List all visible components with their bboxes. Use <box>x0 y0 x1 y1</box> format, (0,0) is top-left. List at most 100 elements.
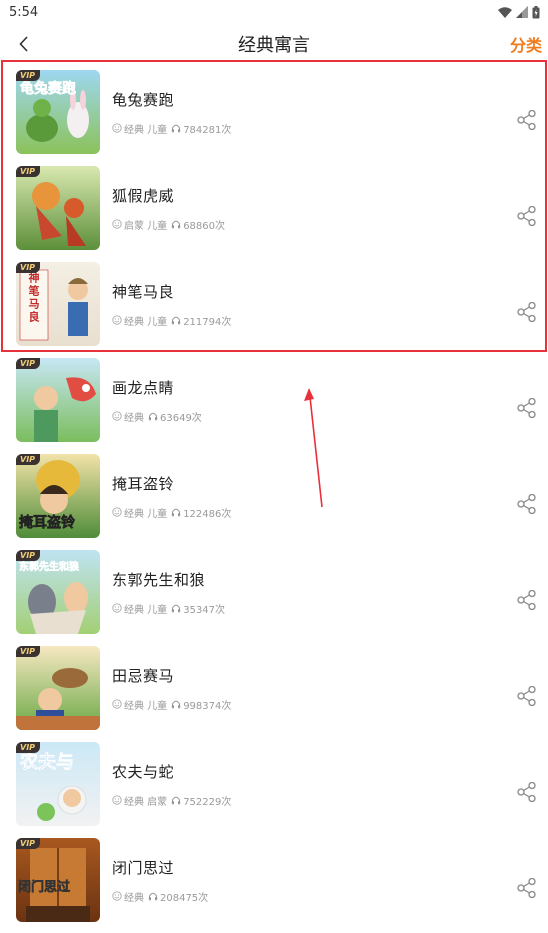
vip-badge: VIP <box>16 70 41 81</box>
story-cover[interactable]: VIP 闭门思过 <box>16 838 100 922</box>
vip-badge: VIP <box>16 166 41 177</box>
cover-title: 神笔马良 <box>27 272 40 324</box>
story-cover[interactable]: VIP 龟兔赛跑 <box>16 70 100 154</box>
story-info: 掩耳盗铃经典 儿童 122486次 <box>100 473 516 520</box>
status-icons <box>498 5 540 19</box>
share-button[interactable] <box>516 397 538 419</box>
story-cover[interactable]: VIP <box>16 646 100 730</box>
story-item[interactable]: VIP 掩耳盗铃 掩耳盗铃 经典 儿童 122486次 <box>0 448 548 544</box>
share-icon <box>517 781 536 803</box>
category-icon <box>112 315 122 325</box>
story-info: 画龙点睛经典 63649次 <box>100 377 516 424</box>
share-button[interactable] <box>516 877 538 899</box>
story-info: 闭门思过经典 208475次 <box>100 857 516 904</box>
story-tags: 经典 <box>124 892 144 904</box>
share-icon <box>517 685 536 707</box>
cover-art <box>16 166 100 250</box>
story-info: 田忌赛马 经典 儿童 998374次 <box>100 665 516 712</box>
share-button[interactable] <box>516 781 538 803</box>
play-count: 208475次 <box>160 892 209 904</box>
story-info: 龟兔赛跑经典 儿童 784281次 <box>100 89 516 136</box>
vip-badge: VIP <box>16 262 41 273</box>
category-icon <box>112 219 122 229</box>
story-item[interactable]: VIP 神笔马良 神笔马良 经典 儿童 211794次 <box>0 256 548 352</box>
story-item[interactable]: VIP 画龙点睛经典 63649次 <box>0 352 548 448</box>
story-meta: 经典 启蒙 752229次 <box>112 793 516 808</box>
vip-badge: VIP <box>16 742 41 753</box>
cover-art <box>16 358 100 442</box>
share-icon <box>517 493 536 515</box>
story-title: 闭门思过 <box>112 858 175 877</box>
story-meta: 启蒙 儿童 68860次 <box>112 217 516 232</box>
story-info: 农夫与蛇 经典 启蒙 752229次 <box>100 761 516 808</box>
play-count: 784281次 <box>183 124 232 136</box>
story-cover[interactable]: VIP 农夫与 <box>16 742 100 826</box>
story-item[interactable]: VIP 东郭先生和狼 东郭先生和狼 经典 儿童 35347次 <box>0 544 548 640</box>
story-item[interactable]: VIP 田忌赛马 经典 儿童 998374次 <box>0 640 548 736</box>
story-tags: 启蒙 儿童 <box>124 220 168 232</box>
story-item[interactable]: VIP 闭门思过 闭门思过 经典 208475次 <box>0 832 548 928</box>
headphones-icon <box>171 604 181 613</box>
chevron-left-icon <box>19 36 28 52</box>
back-button[interactable] <box>12 29 36 59</box>
cover-title: 闭门思过 <box>18 880 71 896</box>
battery-icon <box>532 5 540 18</box>
share-button[interactable] <box>516 493 538 515</box>
play-count: 63649次 <box>160 412 202 424</box>
share-button[interactable] <box>516 301 538 323</box>
story-title: 神笔马良 <box>112 282 175 301</box>
header-bar: 经典寓言 分类 <box>0 24 548 64</box>
share-icon <box>517 397 536 419</box>
headphones-icon <box>148 892 158 901</box>
vip-badge: VIP <box>16 646 41 657</box>
play-count: 35347次 <box>183 604 225 616</box>
story-meta: 经典 儿童 998374次 <box>112 697 516 712</box>
cover-title: 龟兔赛跑 <box>20 81 77 98</box>
story-title: 东郭先生和狼 <box>112 570 206 589</box>
story-cover[interactable]: VIP <box>16 166 100 250</box>
share-icon <box>517 301 536 323</box>
headphones-icon <box>171 220 181 229</box>
story-tags: 经典 儿童 <box>124 700 168 712</box>
share-button[interactable] <box>516 685 538 707</box>
category-icon <box>112 699 122 709</box>
story-tags: 经典 启蒙 <box>124 796 168 808</box>
story-meta: 经典 63649次 <box>112 409 516 424</box>
category-icon <box>112 603 122 613</box>
vip-badge: VIP <box>16 550 41 561</box>
category-button[interactable]: 分类 <box>510 32 542 56</box>
headphones-icon <box>171 316 181 325</box>
story-item[interactable]: VIP 农夫与 农夫与蛇 经典 启蒙 752229次 <box>0 736 548 832</box>
story-tags: 经典 儿童 <box>124 604 168 616</box>
story-item[interactable]: VIP 狐假虎威 启蒙 儿童 68860次 <box>0 160 548 256</box>
story-tags: 经典 儿童 <box>124 508 168 520</box>
share-button[interactable] <box>516 589 538 611</box>
story-cover[interactable]: VIP <box>16 358 100 442</box>
page-title: 经典寓言 <box>238 35 310 56</box>
story-title: 画龙点睛 <box>112 378 175 397</box>
story-title: 龟兔赛跑 <box>112 90 175 109</box>
play-count: 211794次 <box>183 316 232 328</box>
vip-badge: VIP <box>16 454 41 465</box>
story-tags: 经典 <box>124 412 144 424</box>
share-button[interactable] <box>516 109 538 131</box>
vip-badge: VIP <box>16 838 41 849</box>
headphones-icon <box>171 700 181 709</box>
play-count: 998374次 <box>183 700 232 712</box>
play-count: 122486次 <box>183 508 232 520</box>
story-item[interactable]: VIP 龟兔赛跑 龟兔赛跑 经典 儿童 784281次 <box>0 64 548 160</box>
story-title: 掩耳盗铃 <box>112 474 175 493</box>
story-list: VIP 龟兔赛跑 龟兔赛跑 经典 儿童 784281次 VIP 狐假虎威 启蒙 儿童 68860… <box>0 64 548 928</box>
cover-title: 掩耳盗铃 <box>19 515 76 532</box>
story-tags: 经典 儿童 <box>124 124 168 136</box>
story-cover[interactable]: VIP 东郭先生和狼 <box>16 550 100 634</box>
status-bar: 5:54 <box>0 0 548 24</box>
share-button[interactable] <box>516 205 538 227</box>
play-count: 68860次 <box>183 220 225 232</box>
story-info: 东郭先生和狼经典 儿童 35347次 <box>100 569 516 616</box>
story-cover[interactable]: VIP 神笔马良 <box>16 262 100 346</box>
headphones-icon <box>171 124 181 133</box>
story-cover[interactable]: VIP 掩耳盗铃 <box>16 454 100 538</box>
share-icon <box>517 205 536 227</box>
story-meta: 经典 208475次 <box>112 889 516 904</box>
